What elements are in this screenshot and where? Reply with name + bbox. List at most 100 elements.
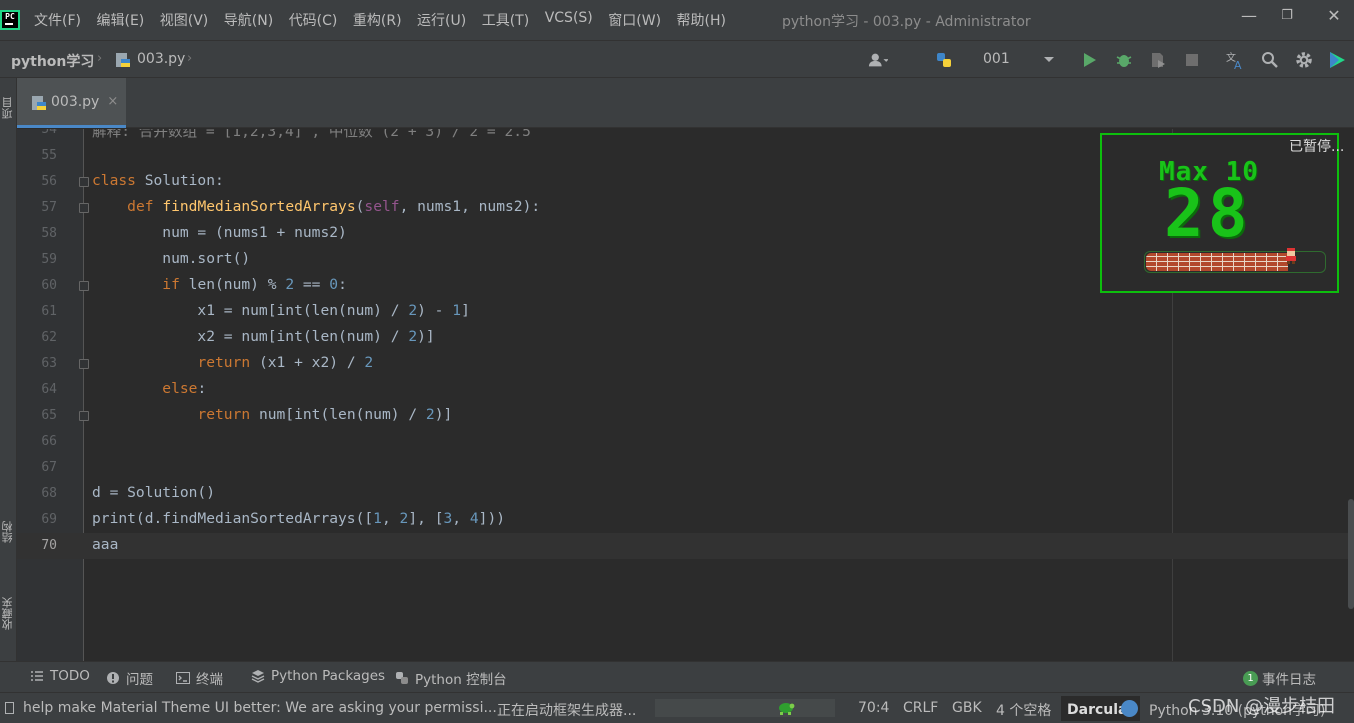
pycharm-logo-icon[interactable]: PC (0, 10, 20, 30)
problems-label: 问题 (126, 672, 153, 688)
python-console-label: Python 控制台 (415, 672, 507, 688)
theme-switcher[interactable]: Darcula (1061, 696, 1140, 721)
menu-refactor[interactable]: 重构(R) (353, 10, 402, 30)
restore-button[interactable]: ❐ (1277, 6, 1297, 26)
menu-window[interactable]: 窗口(W) (608, 10, 661, 30)
code-line: 69 print(d.findMedianSortedArrays([1, 2]… (17, 507, 1354, 533)
menu-bar: 文件(F) 编辑(E) 视图(V) 导航(N) 代码(C) 重构(R) 运行(U… (34, 10, 742, 30)
background-task-text: 正在启动框架生成器... (497, 703, 637, 719)
search-icon[interactable] (1260, 50, 1280, 70)
line-number: 65 (41, 408, 57, 423)
left-tool-strip: 项目 结构 收藏夹 (0, 78, 17, 661)
run-configuration-select[interactable]: 001 (983, 51, 1010, 67)
cursor-position[interactable]: 70:4 (858, 700, 889, 716)
line-number: 67 (41, 460, 57, 475)
menu-vcs[interactable]: VCS(S) (545, 10, 593, 30)
status-toggle-icon[interactable] (5, 702, 14, 714)
chevron-down-icon[interactable] (1039, 50, 1059, 70)
line-number: 66 (41, 434, 57, 449)
fold-marker-icon[interactable] (79, 281, 89, 291)
event-log-tool-button[interactable]: 1 事件日志 (1243, 668, 1316, 688)
python-packages-label: Python Packages (271, 668, 386, 684)
logo-text: PC (5, 12, 15, 21)
menu-help[interactable]: 帮助(H) (677, 10, 726, 30)
python-interpreter-icon (934, 50, 954, 70)
todo-tool-button[interactable]: TODO (30, 668, 90, 684)
close-tab-icon[interactable]: × (107, 94, 118, 109)
fold-marker-icon[interactable] (79, 177, 89, 187)
layers-icon (251, 670, 265, 683)
event-count-badge: 1 (1243, 670, 1258, 686)
tool-window-bar: TODO 问题 终端 Python Packages Python 控制台 1 … (0, 661, 1354, 692)
translate-icon[interactable]: 文A (1225, 50, 1245, 70)
comment-text: 解释: 合并数组 = [1,2,3,4] , 中位数 (2 + 3) / 2 =… (92, 129, 531, 140)
file-encoding[interactable]: GBK (952, 700, 982, 716)
fold-marker-icon[interactable] (79, 411, 89, 421)
code-line: 68 d = Solution() (17, 481, 1354, 507)
event-log-label: 事件日志 (1262, 672, 1316, 688)
menu-tools[interactable]: 工具(T) (482, 10, 529, 30)
debug-button[interactable] (1114, 50, 1134, 70)
turtle-icon (779, 703, 795, 715)
close-window-button[interactable]: ✕ (1324, 6, 1344, 26)
structure-tool-button[interactable]: 结构 (0, 512, 17, 552)
line-number: 54 (41, 129, 57, 137)
menu-code[interactable]: 代码(C) (289, 10, 338, 30)
mario-sprite-icon (1286, 248, 1296, 264)
fold-marker-icon[interactable] (79, 359, 89, 369)
menu-edit[interactable]: 编辑(E) (96, 10, 144, 30)
status-bar: help make Material Theme UI better: We a… (0, 692, 1354, 723)
theme-dot-icon (1121, 700, 1138, 717)
editor-scrollbar[interactable] (1348, 499, 1354, 609)
terminal-icon (176, 672, 190, 684)
menu-run[interactable]: 运行(U) (417, 10, 466, 30)
terminal-tool-button[interactable]: 终端 (176, 668, 223, 688)
user-icon[interactable] (868, 50, 888, 70)
menu-file[interactable]: 文件(F) (34, 10, 81, 30)
menu-view[interactable]: 视图(V) (160, 10, 209, 30)
breadcrumb-project[interactable]: python学习 (11, 51, 94, 71)
theme-label: Darcula (1067, 702, 1128, 718)
status-message[interactable]: help make Material Theme UI better: We a… (23, 700, 497, 716)
power-mode-game-panel: Max 10 28 (1100, 133, 1339, 293)
line-number: 56 (41, 174, 57, 189)
coverage-button[interactable] (1148, 50, 1168, 70)
python-console-icon (396, 672, 408, 684)
combo-progress-fill (1146, 253, 1288, 271)
todo-label: TODO (50, 668, 90, 684)
plugin-logo-icon[interactable] (1327, 50, 1347, 70)
favorites-tool-button[interactable]: 收藏夹 (0, 586, 17, 642)
problems-tool-button[interactable]: 问题 (106, 668, 153, 688)
project-tool-button[interactable]: 项目 (0, 88, 17, 128)
navigation-bar: python学习 › 003.py › 001 文A (0, 40, 1354, 78)
code-line: 67 (17, 455, 1354, 481)
tab-003-py[interactable]: 003.py × (17, 78, 126, 128)
breadcrumb-file[interactable]: 003.py (137, 51, 185, 67)
code-line: 65 return num[int(len(num) / 2)] (17, 403, 1354, 429)
window-title: python学习 - 003.py - Administrator (782, 14, 1031, 30)
run-button[interactable] (1080, 50, 1100, 70)
current-code-line: 70 aaa (17, 533, 1354, 559)
menu-navigate[interactable]: 导航(N) (224, 10, 273, 30)
line-number: 61 (41, 304, 57, 319)
python-console-tool-button[interactable]: Python 控制台 (395, 668, 507, 688)
info-icon (107, 672, 119, 684)
stop-button[interactable] (1182, 50, 1202, 70)
code-line: 61 x1 = num[int(len(num) / 2) - 1] (17, 299, 1354, 325)
combo-score: 28 (1164, 175, 1252, 252)
line-separator[interactable]: CRLF (903, 700, 938, 716)
tab-label: 003.py (51, 93, 100, 110)
fold-marker-icon[interactable] (79, 203, 89, 213)
gear-icon[interactable] (1294, 50, 1314, 70)
terminal-label: 终端 (196, 672, 223, 688)
watermark: CSDN @漫步桔田 (1188, 696, 1336, 717)
background-task-progress (655, 699, 835, 717)
list-icon (31, 671, 43, 681)
python-file-icon (116, 53, 130, 67)
minimize-button[interactable]: — (1239, 6, 1259, 26)
python-packages-tool-button[interactable]: Python Packages (251, 668, 385, 684)
code-line: 62 x2 = num[int(len(num) / 2)] (17, 325, 1354, 351)
line-number: 55 (41, 148, 57, 163)
indent-setting[interactable]: 4 个空格 (996, 700, 1051, 720)
line-number: 70 (41, 538, 57, 553)
